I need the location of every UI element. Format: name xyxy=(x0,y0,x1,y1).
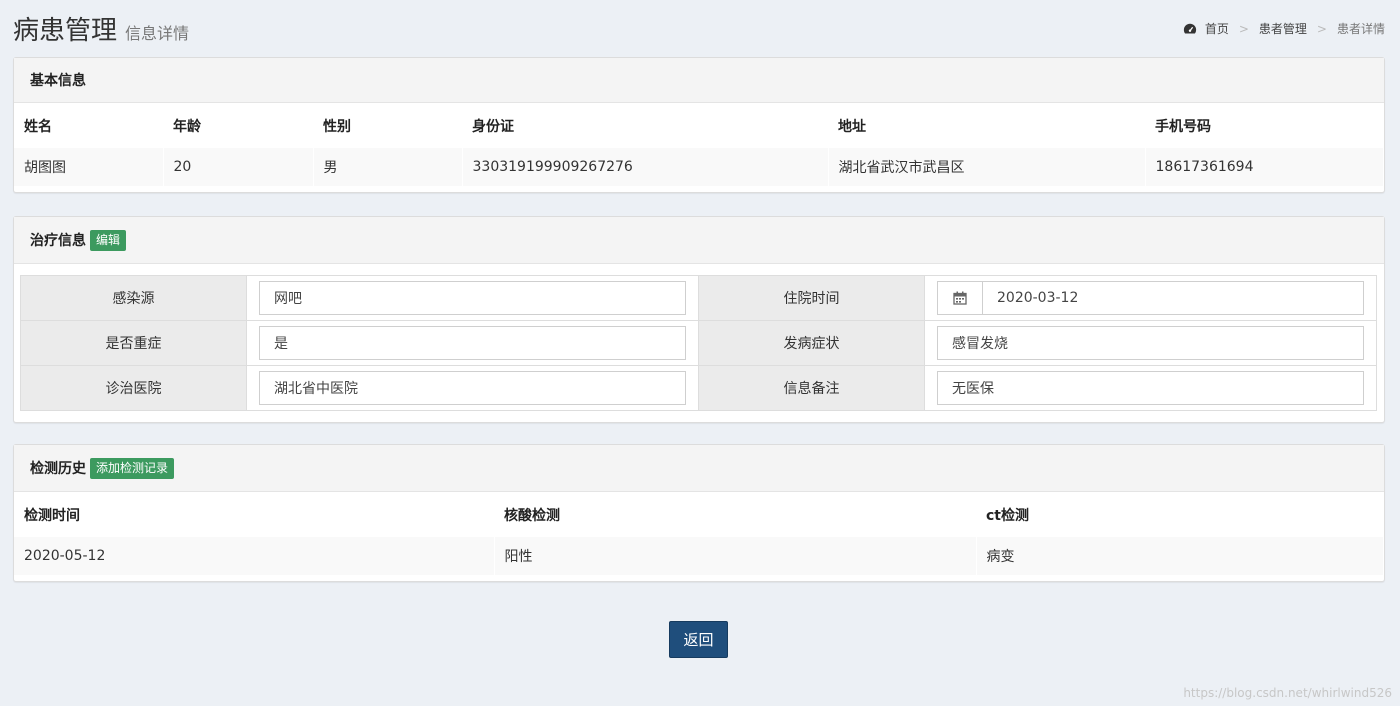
table-header-row: 姓名 年龄 性别 身份证 地址 手机号码 xyxy=(14,103,1384,148)
table-row: 胡图图 20 男 330319199909267276 湖北省武汉市武昌区 18… xyxy=(14,148,1384,186)
history-header: 检测历史 添加检测记录 xyxy=(14,445,1384,492)
treatment-header: 治疗信息 编辑 xyxy=(14,217,1384,264)
form-cell: 2020-03-12 xyxy=(924,275,1377,321)
column-header: 核酸检测 xyxy=(504,507,560,524)
column-header: 年龄 xyxy=(173,118,201,135)
breadcrumb-section[interactable]: 患者管理 xyxy=(1259,20,1307,37)
hospital-label: 诊治医院 xyxy=(20,365,247,411)
table-row: 2020-05-12 阳性 病变 xyxy=(14,537,1384,575)
watermark: https://blog.csdn.net/whirlwind526 xyxy=(1183,686,1392,700)
severe-case-label: 是否重症 xyxy=(20,320,247,366)
breadcrumb-separator: > xyxy=(1238,21,1249,36)
column-header: 手机号码 xyxy=(1155,118,1211,135)
table-cell: 病变 xyxy=(976,537,1384,575)
history-title: 检测历史 xyxy=(30,461,86,477)
admission-date-value: 2020-03-12 xyxy=(997,290,1079,306)
table-cell: 2020-05-12 xyxy=(14,537,495,575)
table-cell: 阳性 xyxy=(494,537,977,575)
page-subtitle: 信息详情 xyxy=(125,24,190,43)
column-header: 姓名 xyxy=(24,118,52,135)
form-cell: 网吧 xyxy=(246,275,699,321)
form-cell: 湖北省中医院 xyxy=(246,365,699,411)
infection-source-label: 感染源 xyxy=(20,275,247,321)
admission-date-label: 住院时间 xyxy=(698,275,925,321)
column-header: 性别 xyxy=(323,118,351,135)
dashboard-icon xyxy=(1183,23,1196,34)
table-cell: 330319199909267276 xyxy=(462,148,829,186)
table-cell: 湖北省武汉市武昌区 xyxy=(828,148,1146,186)
basic-info-header: 基本信息 xyxy=(14,58,1384,103)
basic-info-title: 基本信息 xyxy=(30,73,86,89)
history-panel: 检测历史 添加检测记录 检测时间 核酸检测 ct检测 2020-05-12 阳性… xyxy=(13,444,1385,582)
table-cell: 胡图图 xyxy=(14,148,164,186)
column-header: 地址 xyxy=(838,118,866,135)
breadcrumb-separator: > xyxy=(1316,21,1327,36)
remarks-label: 信息备注 xyxy=(698,365,925,411)
breadcrumb: 首页 > 患者管理 > 患者详情 xyxy=(1183,20,1385,37)
admission-date-field[interactable]: 2020-03-12 xyxy=(937,281,1364,315)
table-cell: 18617361694 xyxy=(1145,148,1384,186)
column-header: ct检测 xyxy=(986,507,1029,524)
page-title: 病患管理 信息详情 xyxy=(13,10,189,47)
edit-button[interactable]: 编辑 xyxy=(90,229,127,251)
form-cell: 感冒发烧 xyxy=(924,320,1377,366)
column-header: 检测时间 xyxy=(24,507,80,524)
severe-case-field[interactable]: 是 xyxy=(259,326,686,360)
history-table: 检测时间 核酸检测 ct检测 2020-05-12 阳性 病变 xyxy=(14,492,1384,575)
infection-source-field[interactable]: 网吧 xyxy=(259,281,686,315)
table-header-row: 检测时间 核酸检测 ct检测 xyxy=(14,492,1384,537)
symptoms-label: 发病症状 xyxy=(698,320,925,366)
add-record-button[interactable]: 添加检测记录 xyxy=(90,457,175,479)
treatment-form: 感染源 网吧 住院时间 2020-03-12 是否重症 是 发病症状 感冒发烧 … xyxy=(20,275,1377,411)
table-cell: 男 xyxy=(313,148,463,186)
hospital-field[interactable]: 湖北省中医院 xyxy=(259,371,686,405)
form-cell: 无医保 xyxy=(924,365,1377,411)
symptoms-field[interactable]: 感冒发烧 xyxy=(937,326,1364,360)
remarks-field[interactable]: 无医保 xyxy=(937,371,1364,405)
table-cell: 20 xyxy=(163,148,314,186)
back-button[interactable]: 返回 xyxy=(669,621,728,658)
treatment-title: 治疗信息 xyxy=(30,233,86,249)
form-row: 是否重症 是 发病症状 感冒发烧 xyxy=(20,320,1377,366)
breadcrumb-current: 患者详情 xyxy=(1336,22,1385,36)
basic-info-table: 姓名 年龄 性别 身份证 地址 手机号码 胡图图 20 男 3303191999… xyxy=(14,103,1384,186)
form-row: 感染源 网吧 住院时间 2020-03-12 xyxy=(20,275,1377,321)
basic-info-panel: 基本信息 姓名 年龄 性别 身份证 地址 手机号码 胡图图 20 男 33031… xyxy=(13,57,1385,193)
page-title-text: 病患管理 xyxy=(13,16,118,46)
form-row: 诊治医院 湖北省中医院 信息备注 无医保 xyxy=(20,365,1377,411)
column-header: 身份证 xyxy=(472,118,514,135)
calendar-icon[interactable] xyxy=(938,282,983,314)
form-cell: 是 xyxy=(246,320,699,366)
breadcrumb-home[interactable]: 首页 xyxy=(1205,20,1229,37)
treatment-panel: 治疗信息 编辑 感染源 网吧 住院时间 2020-03-12 是否重症 是 发病… xyxy=(13,216,1385,423)
